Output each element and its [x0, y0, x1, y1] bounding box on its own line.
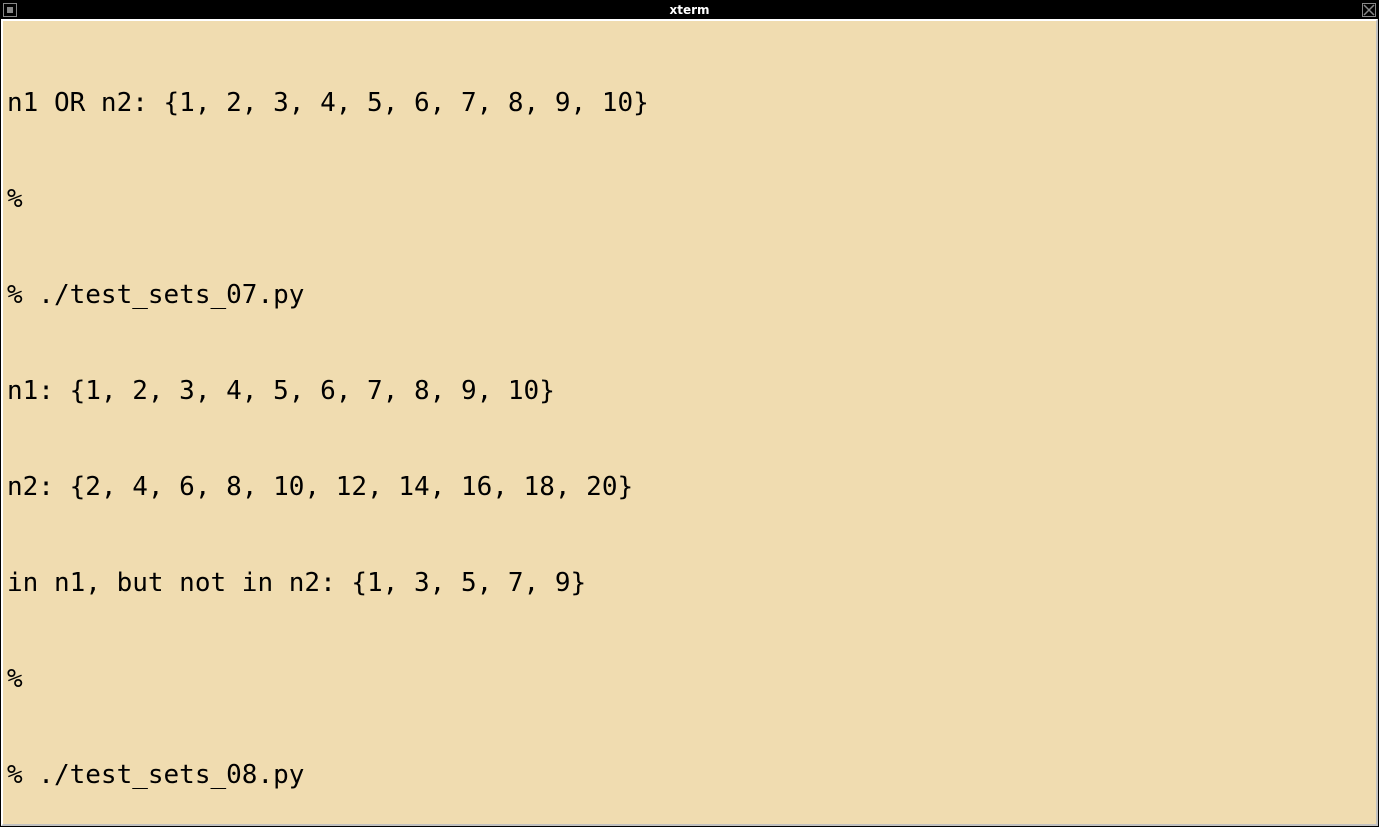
close-icon[interactable] [1362, 3, 1376, 17]
terminal-line: n1: {1, 2, 3, 4, 5, 6, 7, 8, 9, 10} [7, 375, 1372, 407]
window-title: xterm [669, 3, 709, 17]
terminal-window: xterm n1 OR n2: {1, 2, 3, 4, 5, 6, 7, 8,… [0, 0, 1379, 827]
terminal-pane[interactable]: n1 OR n2: {1, 2, 3, 4, 5, 6, 7, 8, 9, 10… [1, 19, 1378, 826]
terminal-line: in n1, but not in n2: {1, 3, 5, 7, 9} [7, 567, 1372, 599]
terminal-line: % ./test_sets_07.py [7, 279, 1372, 311]
terminal-line: % ./test_sets_08.py [7, 759, 1372, 791]
titlebar[interactable]: xterm [1, 1, 1378, 19]
terminal-line: n2: {2, 4, 6, 8, 10, 12, 14, 16, 18, 20} [7, 471, 1372, 503]
terminal-line: n1 OR n2: {1, 2, 3, 4, 5, 6, 7, 8, 9, 10… [7, 87, 1372, 119]
terminal-line: % [7, 183, 1372, 215]
window-menu-icon[interactable] [3, 3, 17, 17]
terminal-line: % [7, 663, 1372, 695]
